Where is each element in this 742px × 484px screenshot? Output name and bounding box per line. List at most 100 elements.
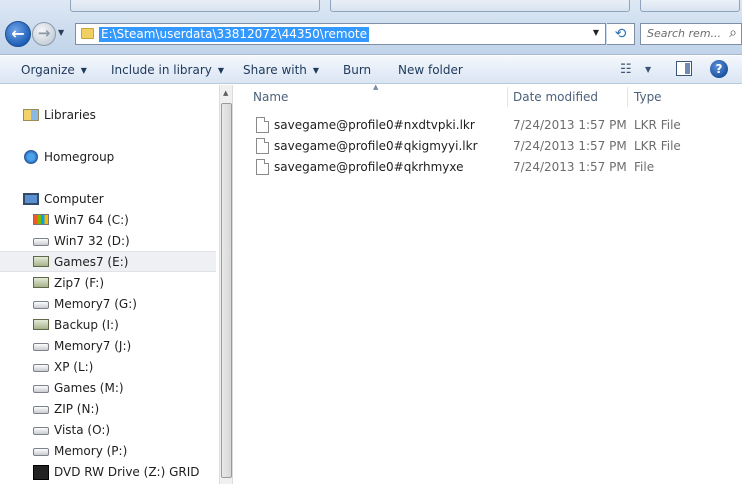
- scrollbar-thumb[interactable]: [221, 103, 232, 478]
- file-name: savegame@profile0#nxdtvpki.lkr: [274, 118, 475, 132]
- new-folder-label: New folder: [398, 63, 463, 77]
- column-divider[interactable]: [507, 87, 508, 107]
- organize-label: Organize: [21, 63, 75, 77]
- drive-icon: [33, 448, 49, 456]
- external-drive-icon: [33, 256, 49, 267]
- nav-item-label: Win7 64 (C:): [54, 213, 129, 227]
- background-window: [70, 0, 320, 12]
- column-header-type[interactable]: Type: [634, 85, 662, 109]
- file-icon: [256, 138, 269, 154]
- file-type: LKR File: [634, 139, 681, 153]
- drive-icon: [33, 238, 49, 246]
- nav-item-computer[interactable]: Computer: [0, 189, 216, 210]
- chevron-down-icon: ▼: [217, 66, 225, 75]
- navigation-scrollbar[interactable]: ▲: [219, 85, 233, 484]
- homegroup-icon: [24, 150, 38, 164]
- new-folder-button[interactable]: New folder: [398, 61, 463, 79]
- nav-item-label: Homegroup: [44, 150, 115, 164]
- file-row[interactable]: savegame@profile0#qkigmyyi.lkr 7/24/2013…: [254, 136, 734, 157]
- nav-item-drive-d[interactable]: Win7 32 (D:): [0, 231, 216, 252]
- nav-item-label: Libraries: [44, 108, 96, 122]
- nav-item-label: Zip7 (F:): [54, 276, 104, 290]
- preview-pane-icon[interactable]: [676, 61, 692, 76]
- folder-icon: [81, 28, 94, 39]
- chevron-down-icon: ▼: [312, 66, 320, 75]
- nav-item-drive-c[interactable]: Win7 64 (C:): [0, 210, 216, 231]
- external-drive-icon: [33, 277, 49, 288]
- refresh-button[interactable]: ⟲: [607, 23, 635, 45]
- share-with-label: Share with: [243, 63, 307, 77]
- address-dropdown-button[interactable]: ▼: [593, 28, 599, 37]
- drive-icon: [33, 406, 49, 414]
- search-icon[interactable]: ⌕: [729, 25, 737, 41]
- back-button[interactable]: ←: [5, 21, 31, 47]
- forward-button[interactable]: →: [32, 22, 56, 46]
- view-options-dropdown[interactable]: ▼: [645, 61, 651, 79]
- external-drive-icon: [33, 319, 49, 330]
- nav-item-label: Backup (I:): [54, 318, 119, 332]
- file-row[interactable]: savegame@profile0#nxdtvpki.lkr 7/24/2013…: [254, 115, 734, 136]
- change-view-button[interactable]: ☷: [620, 61, 632, 79]
- forward-arrow-icon: →: [37, 24, 51, 42]
- share-with-button[interactable]: Share with ▼: [243, 61, 319, 79]
- file-type: File: [634, 160, 655, 174]
- column-divider[interactable]: [627, 87, 628, 107]
- nav-item-drive-i[interactable]: Backup (I:): [0, 315, 216, 336]
- libraries-icon: [23, 109, 39, 121]
- column-header-name[interactable]: Name: [253, 85, 288, 109]
- chevron-down-icon: ▼: [80, 66, 87, 75]
- help-icon[interactable]: ?: [710, 60, 728, 78]
- nav-item-homegroup[interactable]: Homegroup: [0, 147, 216, 168]
- file-list-pane: ▲ Name Date modified Type savegame@profi…: [234, 83, 742, 484]
- nav-item-drive-z[interactable]: DVD RW Drive (Z:) GRID: [0, 462, 216, 483]
- nav-item-drive-e[interactable]: Games7 (E:): [0, 251, 216, 272]
- nav-item-label: Vista (O:): [54, 423, 111, 437]
- drive-icon: [33, 364, 49, 372]
- nav-item-label: Win7 32 (D:): [54, 234, 130, 248]
- nav-item-label: Memory7 (J:): [54, 339, 132, 353]
- nav-item-drive-l[interactable]: XP (L:): [0, 357, 216, 378]
- nav-item-libraries[interactable]: Libraries: [0, 105, 216, 126]
- file-row[interactable]: savegame@profile0#qkrhmyxe 7/24/2013 1:5…: [254, 157, 734, 178]
- chevron-down-icon: ▼: [645, 65, 652, 74]
- nav-item-drive-m[interactable]: Games (M:): [0, 378, 216, 399]
- drive-icon: [33, 301, 49, 309]
- recent-pages-dropdown[interactable]: ▼: [58, 28, 64, 37]
- file-icon: [256, 117, 269, 133]
- nav-item-label: XP (L:): [54, 360, 94, 374]
- organize-button[interactable]: Organize ▼: [21, 61, 87, 79]
- navigation-pane: Libraries Homegroup Computer Win7 64 (C:…: [0, 85, 219, 484]
- nav-item-drive-g[interactable]: Memory7 (G:): [0, 294, 216, 315]
- file-date-modified: 7/24/2013 1:57 PM: [513, 160, 627, 174]
- nav-item-label: Computer: [44, 192, 104, 206]
- nav-item-drive-n[interactable]: ZIP (N:): [0, 399, 216, 420]
- nav-item-drive-f[interactable]: Zip7 (F:): [0, 273, 216, 294]
- drive-icon: [33, 385, 49, 393]
- chevron-down-icon: ▼: [592, 28, 599, 37]
- sort-ascending-icon: ▲: [373, 83, 379, 91]
- file-type: LKR File: [634, 118, 681, 132]
- nav-item-label: Memory (P:): [54, 444, 128, 458]
- nav-item-drive-p[interactable]: Memory (P:): [0, 441, 216, 462]
- nav-item-label: DVD RW Drive (Z:) GRID: [54, 465, 200, 479]
- column-header-date-modified[interactable]: Date modified: [513, 85, 598, 109]
- back-arrow-icon: ←: [11, 24, 25, 43]
- file-date-modified: 7/24/2013 1:57 PM: [513, 139, 627, 153]
- search-input[interactable]: Search rem... ⌕: [640, 23, 742, 45]
- include-in-library-button[interactable]: Include in library ▼: [111, 61, 224, 79]
- file-name: savegame@profile0#qkigmyyi.lkr: [274, 139, 478, 153]
- address-path-text[interactable]: E:\Steam\userdata\33812072\44350\remote: [99, 27, 370, 42]
- nav-item-label: ZIP (N:): [54, 402, 100, 416]
- computer-icon: [23, 193, 39, 205]
- address-field[interactable]: E:\Steam\userdata\33812072\44350\remote …: [75, 23, 606, 45]
- burn-label: Burn: [343, 63, 372, 77]
- nav-item-drive-j[interactable]: Memory7 (J:): [0, 336, 216, 357]
- background-window: [330, 0, 630, 12]
- scroll-up-arrow-icon[interactable]: ▲: [223, 89, 228, 97]
- drive-icon: [33, 427, 49, 435]
- nav-item-drive-o[interactable]: Vista (O:): [0, 420, 216, 441]
- burn-button[interactable]: Burn: [343, 61, 371, 79]
- file-icon: [256, 159, 269, 175]
- help-glyph: ?: [715, 62, 723, 76]
- file-name: savegame@profile0#qkrhmyxe: [274, 160, 464, 174]
